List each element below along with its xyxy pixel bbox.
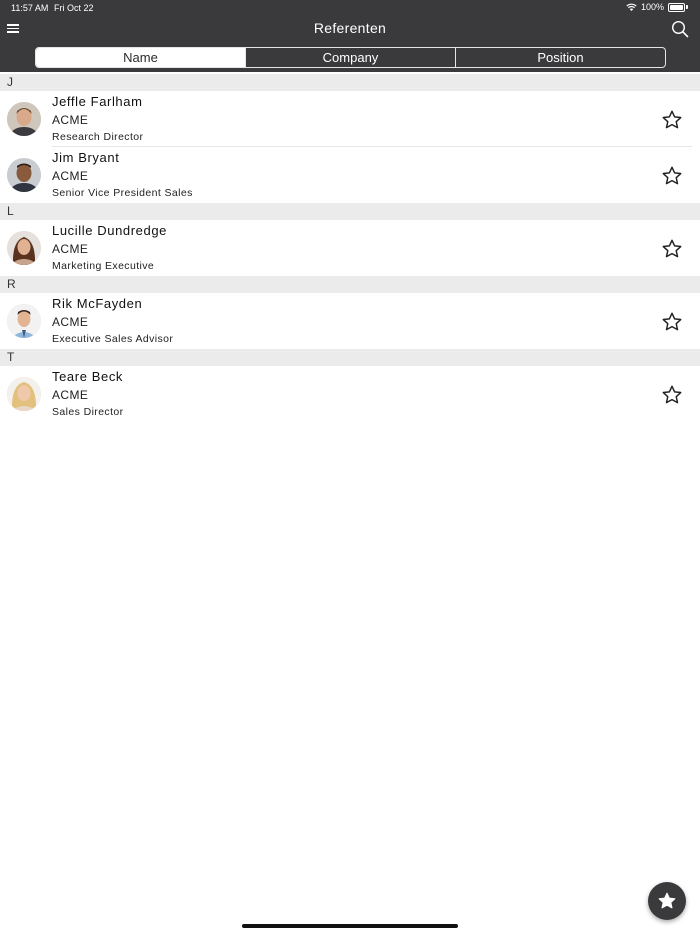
status-date: Fri Oct 22 [54,3,94,13]
tab-name[interactable]: Name [36,48,245,67]
battery-icon [668,2,685,12]
list-item-rik-mcfayden[interactable]: Rik McFayden ACME Executive Sales Adviso… [0,293,700,349]
status-time: 11:57 AM [11,3,49,13]
person-company: ACME [52,315,89,329]
navigation-bar: Referenten Name Company Position [0,17,700,72]
person-company: ACME [52,113,89,127]
section-header-l: L [0,203,700,220]
star-outline-icon[interactable] [661,311,683,333]
avatar [7,158,41,192]
avatar [7,377,41,411]
star-outline-icon[interactable] [661,109,683,131]
star-filled-icon [658,892,676,909]
battery-percent: 100% [640,2,664,12]
person-position: Sales Director [52,406,124,418]
list-item-jim-bryant[interactable]: Jim Bryant ACME Senior Vice President Sa… [0,147,700,203]
section-header-j: J [0,74,700,91]
list-item-lucille-dundredge[interactable]: Lucille Dundredge ACME Marketing Executi… [0,220,700,276]
wifi-icon [626,3,637,11]
person-name: Rik McFayden [52,296,143,311]
favorites-fab-button[interactable] [648,882,686,920]
avatar [7,304,41,338]
person-position: Senior Vice President Sales [52,187,193,199]
person-position: Research Director [52,131,144,143]
tab-company[interactable]: Company [245,48,455,67]
star-outline-icon[interactable] [661,238,683,260]
battery-tip [686,5,688,9]
star-outline-icon[interactable] [661,384,683,406]
person-name: Lucille Dundredge [52,223,167,238]
avatar [7,102,41,136]
avatar [7,231,41,265]
person-name: Jeffle Farlham [52,94,143,109]
person-company: ACME [52,242,89,256]
list-item-jeffle-farlham[interactable]: Jeffle Farlham ACME Research Director [0,91,700,147]
status-bar: 11:57 AM Fri Oct 22 100% [0,0,700,17]
tab-position[interactable]: Position [455,48,665,67]
star-outline-icon[interactable] [661,165,683,187]
sort-segmented-control: Name Company Position [35,47,666,68]
person-name: Jim Bryant [52,150,120,165]
home-indicator [242,924,458,928]
section-header-t: T [0,349,700,366]
person-name: Teare Beck [52,369,124,384]
search-icon[interactable] [671,20,689,38]
section-header-r: R [0,276,700,293]
page-title: Referenten [313,20,387,36]
list-item-teare-beck[interactable]: Teare Beck ACME Sales Director [0,366,700,422]
person-position: Executive Sales Advisor [52,333,174,345]
person-position: Marketing Executive [52,260,155,272]
speaker-list: J Jeffle Farlham ACME Research Director [0,74,700,422]
person-company: ACME [52,388,89,402]
person-company: ACME [52,169,89,183]
status-right: 100% [626,2,688,12]
